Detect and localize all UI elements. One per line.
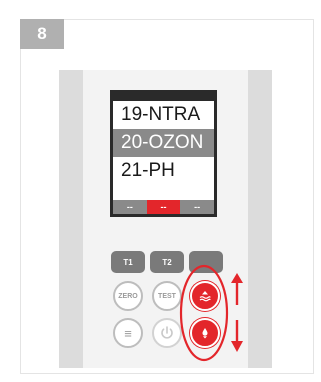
- down-arrow-icon: [231, 320, 243, 352]
- highlight-ellipse: [179, 264, 229, 362]
- up-arrow-icon: [231, 273, 243, 305]
- highlight-annotation: [179, 264, 243, 362]
